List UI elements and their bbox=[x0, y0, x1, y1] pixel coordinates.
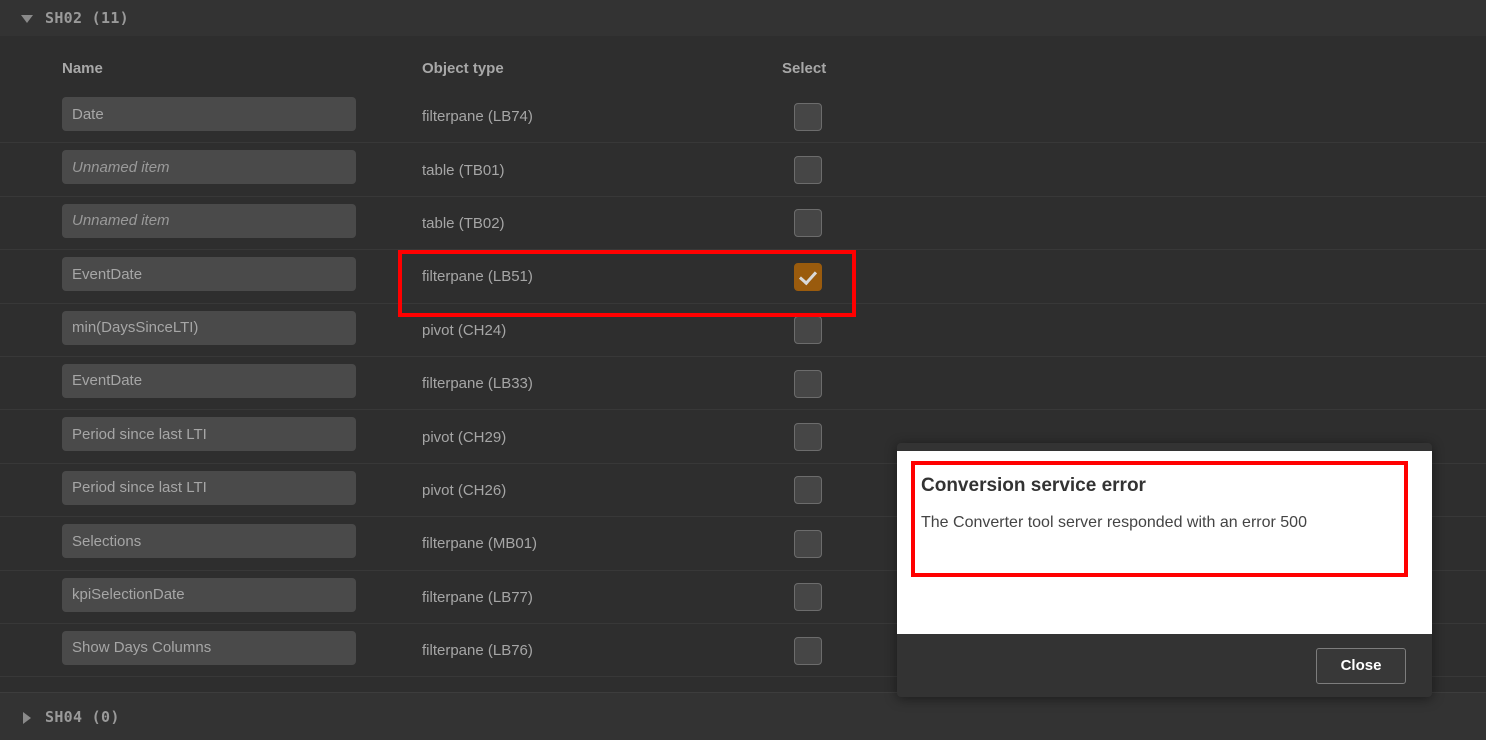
select-cell[interactable] bbox=[794, 517, 822, 570]
checkbox-unchecked-icon[interactable] bbox=[794, 423, 822, 452]
name-input[interactable]: EventDate bbox=[62, 363, 356, 398]
name-input[interactable]: Unnamed item bbox=[62, 203, 356, 238]
checkbox-unchecked-icon[interactable] bbox=[794, 636, 822, 665]
name-input[interactable]: EventDate bbox=[62, 257, 356, 292]
select-cell[interactable] bbox=[794, 197, 822, 250]
dialog-footer: Close bbox=[897, 634, 1432, 697]
table-row[interactable]: EventDate filterpane (LB33) bbox=[0, 356, 1486, 411]
object-type-value: filterpane (LB77) bbox=[422, 588, 533, 606]
table-row[interactable]: Unnamed item table (TB01) bbox=[0, 143, 1486, 197]
select-cell[interactable] bbox=[794, 624, 822, 677]
sheet-group-header-sh02[interactable]: SH02 (11) bbox=[0, 0, 1486, 36]
table-row[interactable]: Unnamed item table (TB02) bbox=[0, 196, 1486, 251]
dialog-title: Conversion service error bbox=[921, 475, 1146, 496]
object-type-value: pivot (CH29) bbox=[422, 428, 507, 446]
checkbox-checked-icon[interactable] bbox=[794, 262, 822, 291]
name-input[interactable]: Unnamed item bbox=[62, 150, 356, 185]
name-input[interactable]: kpiSelectionDate bbox=[62, 577, 356, 612]
caret-down-icon[interactable] bbox=[19, 10, 35, 26]
select-cell[interactable] bbox=[794, 410, 822, 463]
name-input[interactable]: Selections bbox=[62, 524, 356, 559]
checkbox-unchecked-icon[interactable] bbox=[794, 209, 822, 238]
select-cell[interactable] bbox=[794, 464, 822, 517]
select-cell[interactable] bbox=[794, 250, 822, 303]
select-cell[interactable] bbox=[794, 571, 822, 624]
column-header-name: Name bbox=[62, 60, 103, 77]
object-type-value: filterpane (LB51) bbox=[422, 268, 533, 286]
select-cell[interactable] bbox=[794, 304, 822, 357]
table-header-row: Name Object type Select bbox=[48, 36, 1486, 91]
table-row[interactable]: Date filterpane (LB74) bbox=[0, 90, 1486, 144]
name-input[interactable]: Period since last LTI bbox=[62, 417, 356, 452]
checkbox-unchecked-icon[interactable] bbox=[794, 369, 822, 398]
column-header-select: Select bbox=[782, 60, 827, 77]
sheet-group-label: SH04 (0) bbox=[45, 707, 120, 726]
object-type-value: filterpane (MB01) bbox=[422, 535, 538, 553]
name-input[interactable]: min(DaysSinceLTI) bbox=[62, 310, 356, 345]
dialog-body: Conversion service error The Converter t… bbox=[897, 451, 1432, 634]
select-cell[interactable] bbox=[794, 143, 822, 196]
column-header-object-type: Object type bbox=[422, 60, 504, 77]
object-type-value: pivot (CH26) bbox=[422, 481, 507, 499]
sheet-group-header-sh04[interactable]: SH04 (0) bbox=[0, 692, 1486, 740]
select-cell[interactable] bbox=[794, 357, 822, 410]
checkbox-unchecked-icon[interactable] bbox=[794, 583, 822, 612]
table-row[interactable]: min(DaysSinceLTI) pivot (CH24) bbox=[0, 303, 1486, 357]
object-type-value: pivot (CH24) bbox=[422, 321, 507, 339]
name-input[interactable]: Period since last LTI bbox=[62, 470, 356, 505]
object-type-value: table (TB01) bbox=[422, 161, 505, 179]
table-row[interactable]: EventDate filterpane (LB51) bbox=[0, 250, 1486, 304]
name-input[interactable]: Date bbox=[62, 97, 356, 131]
object-type-value: filterpane (LB76) bbox=[422, 642, 533, 660]
close-button[interactable]: Close bbox=[1316, 647, 1406, 684]
sheet-group-label: SH02 (11) bbox=[45, 9, 129, 27]
dialog-message: The Converter tool server responded with… bbox=[921, 514, 1307, 531]
checkbox-unchecked-icon[interactable] bbox=[794, 529, 822, 558]
conversion-error-dialog: Conversion service error The Converter t… bbox=[897, 443, 1432, 697]
select-cell[interactable] bbox=[794, 90, 822, 143]
object-type-value: filterpane (LB74) bbox=[422, 108, 533, 126]
checkbox-unchecked-icon[interactable] bbox=[794, 156, 822, 185]
checkbox-unchecked-icon[interactable] bbox=[794, 316, 822, 345]
caret-right-icon[interactable] bbox=[19, 709, 35, 725]
checkbox-unchecked-icon[interactable] bbox=[794, 476, 822, 505]
object-type-value: filterpane (LB33) bbox=[422, 375, 533, 393]
object-type-value: table (TB02) bbox=[422, 214, 505, 232]
name-input[interactable]: Show Days Columns bbox=[62, 630, 356, 665]
checkbox-unchecked-icon[interactable] bbox=[794, 102, 822, 131]
